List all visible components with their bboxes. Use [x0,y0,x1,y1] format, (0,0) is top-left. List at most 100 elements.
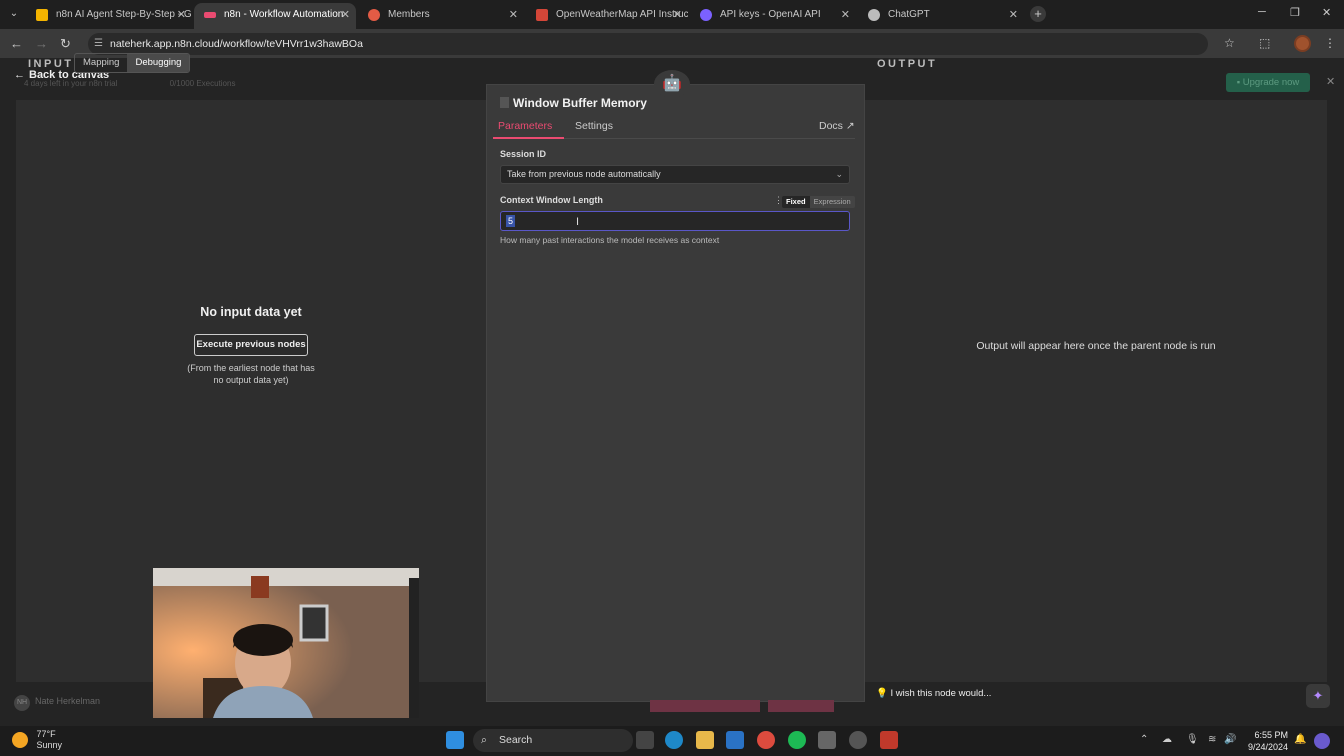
system-clock[interactable]: 6:55 PM 9/24/2024 [1246,729,1288,753]
browser-tab[interactable]: ChatGPT ✕ [858,3,1024,29]
chrome-icon[interactable] [757,731,775,749]
output-header: OUTPUT [877,58,938,70]
mapping-toggle[interactable]: Mapping [75,54,127,72]
browser-menu-icon[interactable]: ⋮ [1324,36,1336,50]
tab-title: API keys - OpenAI API [720,9,821,20]
session-id-value: Take from previous node automatically [507,169,661,179]
browser-tab-bar: ⌄ n8n AI Agent Step-By-Step - Gu ✕ n8n -… [0,0,1344,29]
slides-favicon-icon [36,9,48,21]
feedback-link[interactable]: 💡 I wish this node would... [876,688,991,699]
robot-node-icon: 🤖 [654,70,690,98]
webcam-overlay [153,568,419,718]
close-tab-icon[interactable]: ✕ [177,3,186,27]
windows-taskbar: 77°F Sunny ⌕ Search ⌃ ☁ 🎙 ≋ 🔊 6:55 PM 9/… [0,726,1344,756]
fixed-expression-toggle: Fixed Expression [782,196,855,208]
text-cursor-icon: I [576,216,580,228]
tab-parameters[interactable]: Parameters [498,120,552,132]
volume-icon[interactable]: 🔊 [1224,734,1236,745]
tab-title: OpenWeatherMap API Instructi [556,9,688,20]
spotify-icon[interactable] [788,731,806,749]
chevron-down-icon: ⌄ [835,169,843,179]
taskbar-search[interactable]: ⌕ Search [473,729,633,752]
arrow-left-icon: ← [14,69,25,81]
close-tab-icon[interactable]: ✕ [841,3,850,27]
copilot-icon[interactable] [1314,733,1330,749]
session-id-label: Session ID [500,149,547,159]
tab-title: n8n - Workflow Automation [224,9,344,20]
active-tab-indicator [493,137,564,139]
no-input-note: (From the earliest node that has no outp… [187,363,315,385]
cloud-icon[interactable]: ☁ [1162,734,1172,745]
sun-icon [12,732,28,748]
session-id-select[interactable]: Take from previous node automatically ⌄ [500,165,850,184]
output-panel [865,100,1327,682]
extensions-icon[interactable]: ⬚ [1259,36,1270,50]
back-icon[interactable]: ← [10,36,23,51]
clock-date: 9/24/2024 [1247,742,1288,752]
weather-temp: 77°F [36,729,56,739]
task-view-icon[interactable] [636,731,654,749]
store-icon[interactable] [726,731,744,749]
n8n-favicon-icon [204,12,216,18]
user-avatar: NH [14,695,30,711]
context-window-input[interactable]: 5 [500,211,850,231]
user-menu[interactable]: NH Nate Herkelman [14,695,100,711]
footer-button-faded [768,700,834,712]
close-tab-icon[interactable]: ✕ [341,3,350,27]
windows-start-icon[interactable] [446,731,464,749]
clock-time: 6:55 PM [1254,730,1288,740]
forward-icon[interactable]: → [35,36,48,51]
context-window-label: Context Window Length [500,195,603,205]
close-tab-icon[interactable]: ✕ [509,3,518,27]
lightbulb-icon: 💡 [876,688,888,699]
file-explorer-icon[interactable] [696,731,714,749]
browser-tab[interactable]: API keys - OpenAI API ✕ [690,3,856,29]
ai-assistant-sparkle-icon[interactable]: ✦ [1306,684,1330,708]
footer-button-faded [650,700,760,712]
acrobat-icon[interactable] [880,731,898,749]
obs-icon[interactable] [849,731,867,749]
taskbar-search-label: Search [499,734,533,746]
restore-icon[interactable]: ❐ [1290,6,1300,19]
browser-tab[interactable]: Members ✕ [358,3,524,29]
context-window-value: 5 [506,215,516,227]
microphone-icon[interactable]: 🎙 [1186,734,1199,745]
tab-settings[interactable]: Settings [575,120,613,132]
browser-tab[interactable]: n8n AI Agent Step-By-Step - Gu ✕ [26,3,192,29]
docs-label: Docs [819,120,843,132]
reload-icon[interactable]: ↻ [60,36,71,52]
tab-search-dropdown-icon[interactable]: ⌄ [4,5,24,23]
weather-widget[interactable]: 77°F Sunny [12,729,62,751]
close-tab-icon[interactable]: ✕ [673,3,682,27]
camera-icon[interactable] [818,731,836,749]
profile-avatar[interactable] [1294,35,1311,52]
weather-condition: Sunny [36,740,63,750]
docs-link[interactable]: Docs ↗ [819,120,855,132]
debugging-toggle[interactable]: Debugging [127,54,190,72]
close-tab-icon[interactable]: ✕ [1009,3,1018,27]
drag-handle-icon[interactable] [500,97,509,108]
url-text: nateherk.app.n8n.cloud/workflow/teVHVrr1… [110,38,363,50]
close-ndv-icon[interactable]: ✕ [1326,75,1335,88]
output-empty-message: Output will appear here once the parent … [976,340,1216,352]
window-close-icon[interactable]: ✕ [1322,6,1331,19]
wifi-icon[interactable]: ≋ [1208,734,1216,745]
new-tab-icon[interactable]: + [1030,6,1046,22]
expression-option[interactable]: Expression [809,196,855,208]
minimize-icon[interactable]: ─ [1258,6,1266,18]
notification-bell-icon[interactable]: 🔔 [1294,734,1306,745]
fixed-option[interactable]: Fixed [782,196,810,208]
node-title[interactable]: Window Buffer Memory [500,96,647,110]
execute-previous-nodes-button[interactable]: Execute previous nodes [194,334,308,356]
chatgpt-favicon-icon [868,9,880,21]
context-window-hint: How many past interactions the model rec… [500,235,720,245]
browser-tab-active[interactable]: n8n - Workflow Automation ✕ [194,3,356,29]
edge-icon[interactable] [665,731,683,749]
url-field[interactable]: ☰ nateherk.app.n8n.cloud/workflow/teVHVr… [88,33,1208,55]
upgrade-label: Upgrade now [1242,77,1300,88]
browser-tab[interactable]: OpenWeatherMap API Instructi ✕ [526,3,688,29]
tray-overflow-icon[interactable]: ⌃ [1140,734,1148,745]
upgrade-button[interactable]: ▪ Upgrade now [1226,73,1310,92]
site-settings-icon[interactable]: ☰ [94,33,103,55]
bookmark-star-icon[interactable]: ☆ [1224,36,1235,50]
